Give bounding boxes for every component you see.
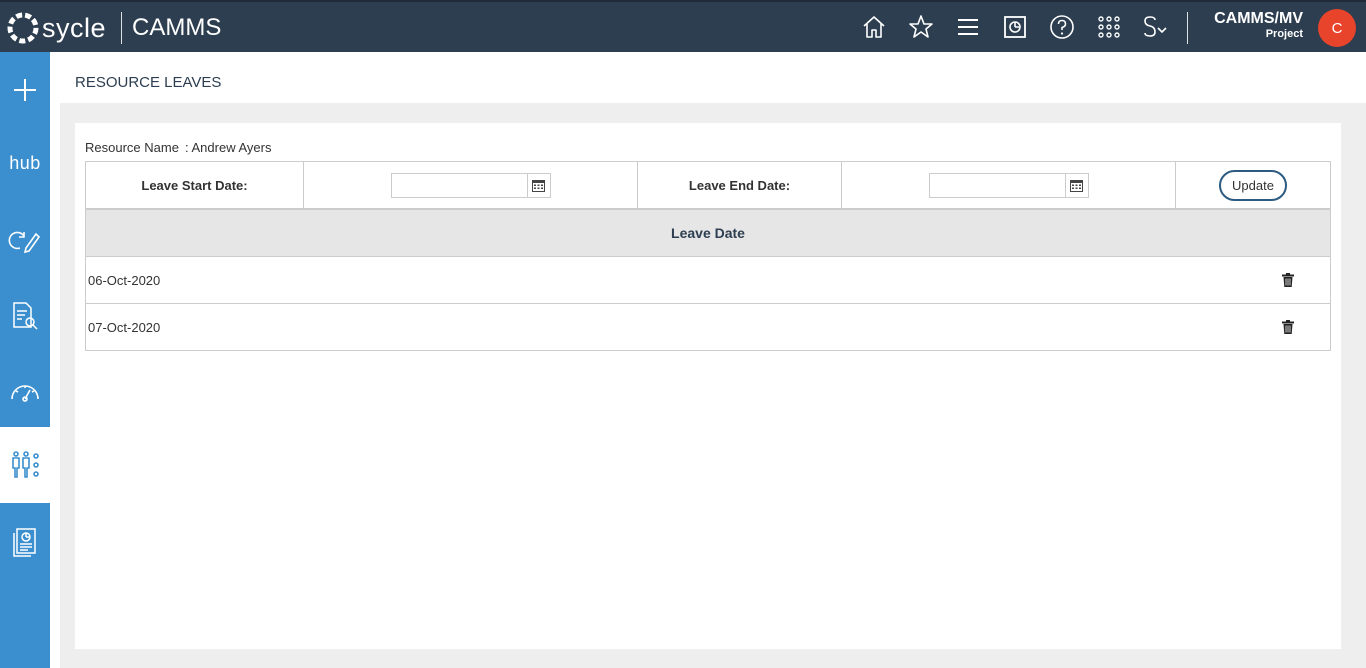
hub-logo[interactable]: hub	[0, 125, 50, 201]
star-icon[interactable]	[905, 11, 937, 43]
dashboard-icon[interactable]	[999, 11, 1031, 43]
page-title: RESOURCE LEAVES	[75, 74, 222, 91]
strategy-dropdown-icon[interactable]	[1140, 11, 1172, 43]
leave-start-date-input[interactable]	[391, 173, 528, 197]
delete-icon[interactable]	[1282, 273, 1294, 290]
resource-settings-icon[interactable]	[0, 427, 50, 503]
header-divider	[121, 12, 122, 44]
user-role: Project	[1265, 28, 1303, 40]
add-icon[interactable]	[0, 52, 50, 128]
leave-date-grid: Leave Date 06-Oct-2020 07-Oct-2020	[85, 209, 1331, 351]
gauge-icon[interactable]	[0, 354, 50, 430]
leave-start-date-field	[390, 172, 551, 198]
calendar-icon[interactable]	[526, 173, 550, 197]
leave-end-date-label: Leave End Date:	[638, 162, 842, 208]
sycle-logo-icon	[7, 12, 39, 44]
leave-start-date-label: Leave Start Date:	[86, 162, 304, 208]
table-row: 06-Oct-2020	[86, 257, 1330, 304]
menu-icon[interactable]	[952, 11, 984, 43]
report-icon[interactable]	[0, 504, 50, 580]
apps-grid-icon[interactable]	[1093, 11, 1125, 43]
leave-date-cell: 07-Oct-2020	[88, 319, 161, 335]
app-title: CAMMS	[132, 14, 222, 41]
avatar[interactable]: C	[1318, 9, 1356, 47]
header-divider-right	[1187, 12, 1188, 44]
resource-name-value: : Andrew Ayers	[185, 140, 272, 155]
user-name[interactable]: CAMMS/MV	[1214, 10, 1303, 28]
resource-name-label: Resource Name	[85, 140, 179, 155]
update-button[interactable]: Update	[1219, 169, 1287, 201]
refresh-edit-icon[interactable]	[0, 202, 50, 278]
leave-filter-table: Leave Start Date: Leave End Date: Update	[85, 161, 1331, 209]
leave-end-date-input[interactable]	[929, 173, 1066, 197]
leave-date-cell: 06-Oct-2020	[88, 272, 161, 288]
top-bar: sycle CAMMS CAMMS/MV Project C	[0, 0, 1366, 52]
delete-icon[interactable]	[1282, 320, 1294, 337]
help-icon[interactable]	[1046, 11, 1078, 43]
update-cell: Update	[1176, 162, 1330, 208]
leave-end-date-field	[928, 172, 1089, 198]
leave-start-date-cell	[304, 162, 638, 208]
document-search-icon[interactable]	[0, 278, 50, 354]
table-row: 07-Oct-2020	[86, 304, 1330, 350]
leave-date-header: Leave Date	[86, 210, 1330, 257]
hub-label: hub	[9, 152, 41, 173]
sycle-logo[interactable]: sycle	[6, 10, 106, 46]
calendar-icon[interactable]	[1064, 173, 1088, 197]
brand-name: sycle	[42, 12, 107, 43]
leave-end-date-cell	[842, 162, 1176, 208]
home-icon[interactable]	[858, 11, 890, 43]
sidebar: hub	[0, 52, 50, 668]
